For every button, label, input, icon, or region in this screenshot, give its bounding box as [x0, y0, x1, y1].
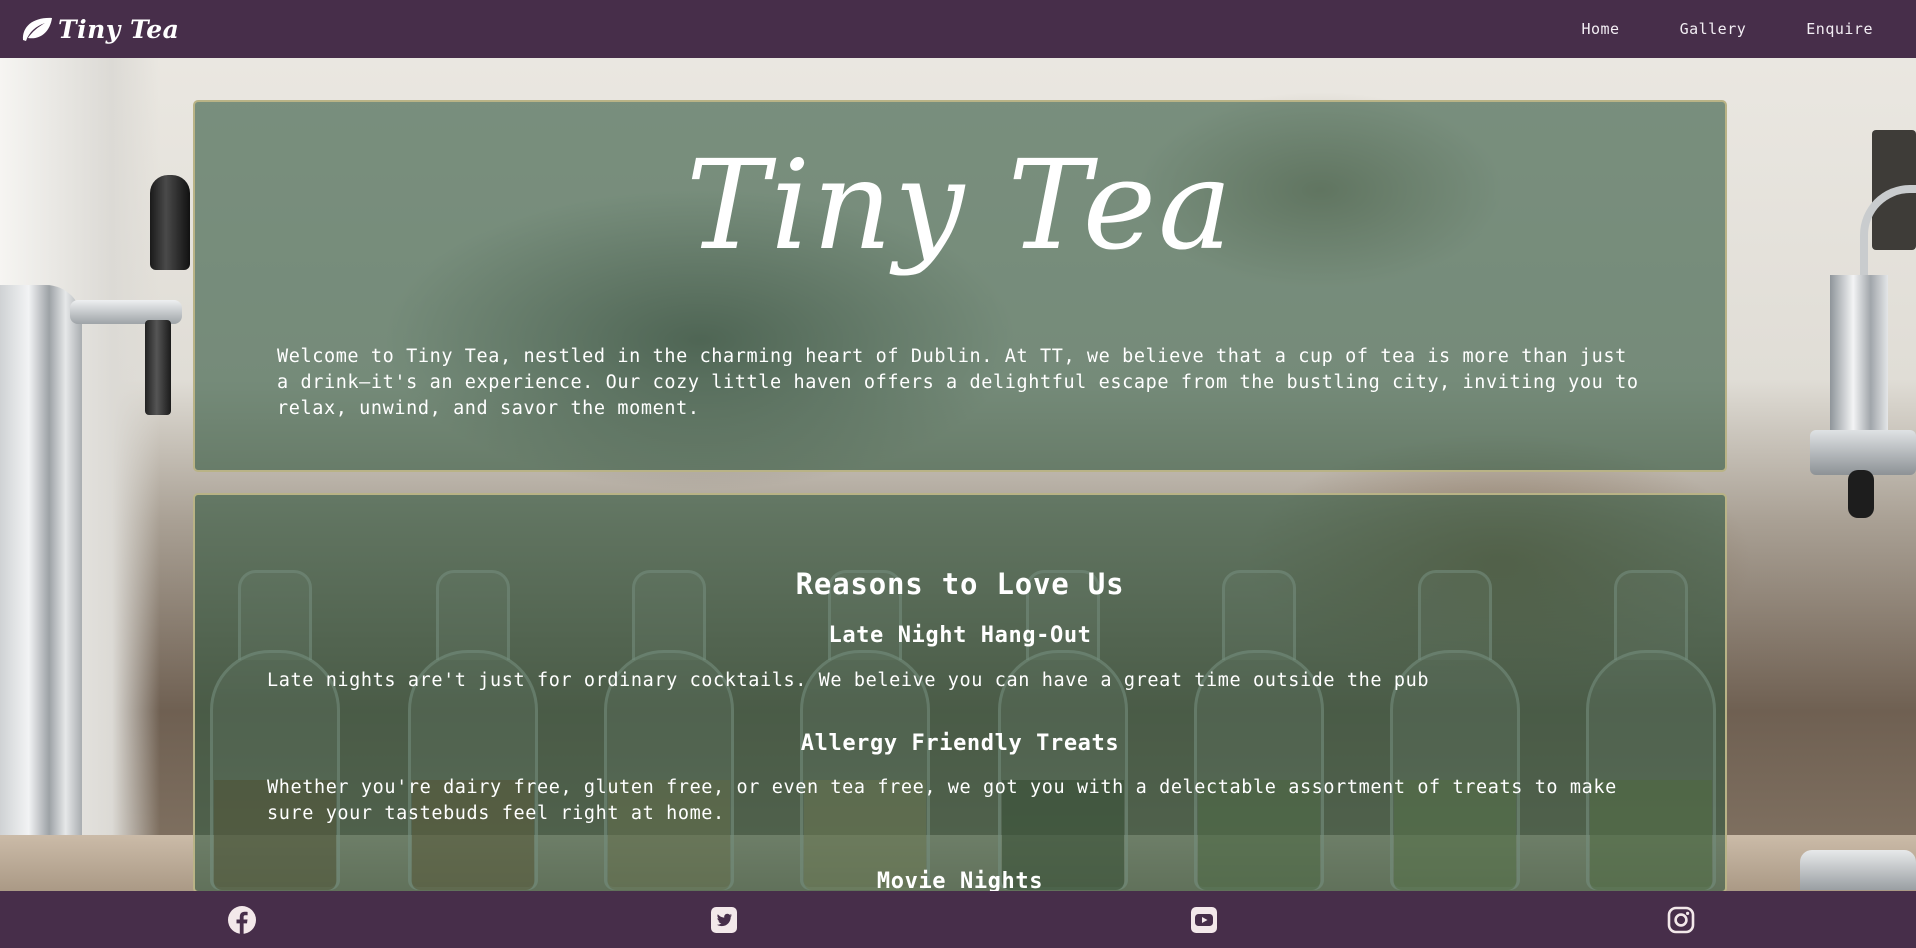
- nav-gallery-link[interactable]: Gallery: [1650, 20, 1777, 38]
- background-machine: [1830, 275, 1888, 435]
- background-machine-knob: [1848, 470, 1874, 518]
- reason-heading: Late Night Hang-Out: [828, 623, 1092, 648]
- hero-intro: Welcome to Tiny Tea, nestled in the char…: [277, 346, 1639, 419]
- hero-title: Tiny Tea: [685, 134, 1235, 278]
- background-tap: [0, 285, 82, 885]
- hero-panel: Tiny Tea Welcome to Tiny Tea, nestled in…: [193, 100, 1727, 472]
- nav-enquire-link[interactable]: Enquire: [1776, 20, 1873, 38]
- nav-home-link[interactable]: Home: [1551, 20, 1649, 38]
- background-machine-base: [1810, 430, 1916, 475]
- reason-heading: Movie Nights: [876, 869, 1044, 893]
- facebook-icon[interactable]: [226, 904, 258, 936]
- youtube-icon[interactable]: [1188, 904, 1220, 936]
- brand-name: Tiny Tea: [58, 14, 180, 44]
- page: Tiny Tea Home Gallery Enquire Tiny Tea W…: [0, 0, 1916, 948]
- reason-text: Late nights are't just for ordinary cock…: [267, 670, 1430, 691]
- navbar: Tiny Tea Home Gallery Enquire: [0, 0, 1916, 58]
- brand-link[interactable]: Tiny Tea: [20, 14, 179, 44]
- reason-heading: Allergy Friendly Treats: [800, 731, 1120, 756]
- instagram-icon[interactable]: [1665, 904, 1697, 936]
- nav-links: Home Gallery Enquire: [1551, 20, 1873, 38]
- reasons-title: Reasons to Love Us: [795, 567, 1125, 601]
- background-tap-handle: [150, 175, 190, 270]
- background-machine-foot: [1800, 850, 1916, 890]
- twitter-icon[interactable]: [708, 904, 740, 936]
- footer: [0, 891, 1916, 948]
- reason-text: Whether you're dairy free, gluten free, …: [267, 777, 1617, 824]
- background-tap-spout: [145, 320, 171, 415]
- leaf-icon: [20, 14, 54, 44]
- reasons-panel: Reasons to Love Us Late Night Hang-Out L…: [193, 493, 1727, 893]
